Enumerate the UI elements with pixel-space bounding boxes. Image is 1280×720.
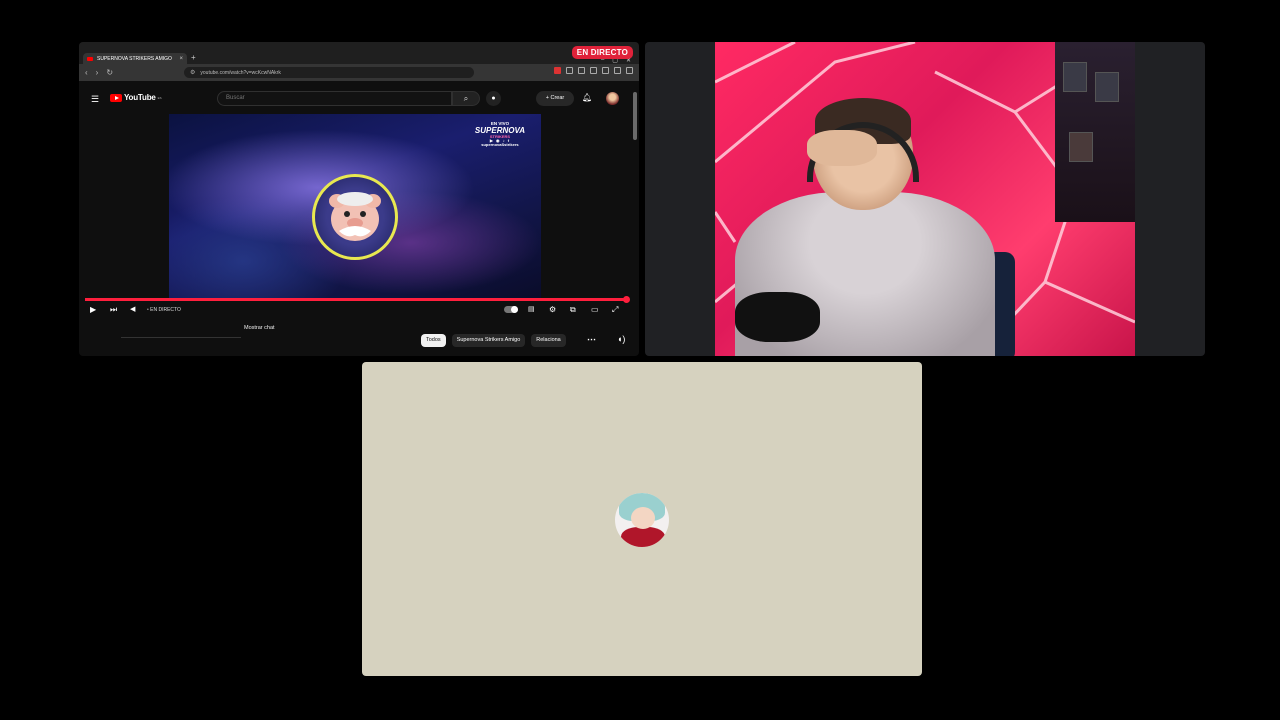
progress-scrubber[interactable]: [623, 296, 630, 303]
new-tab-button[interactable]: +: [191, 53, 196, 63]
page-scrollbar[interactable]: [633, 92, 637, 140]
forward-icon[interactable]: ›: [96, 67, 99, 78]
site-info-icon[interactable]: ⚙: [190, 69, 195, 76]
extension-icon[interactable]: [554, 67, 561, 74]
account-avatar[interactable]: [606, 92, 619, 105]
mascot-face-icon: [329, 192, 381, 241]
chip-channel[interactable]: Supernova Strikers Amigo: [451, 334, 526, 347]
shelf-item: [1069, 132, 1093, 162]
menu-icon[interactable]: [626, 67, 633, 74]
profile-icon[interactable]: [614, 67, 621, 74]
extension-icon[interactable]: [602, 67, 609, 74]
youtube-play-icon: [110, 93, 122, 102]
screen-share-tile[interactable]: EN DIRECTO SUPERNOVA STRIKERS AMIGO × + …: [79, 42, 639, 356]
url-text: youtube.com/watch?v=wcKcwNAkrk: [200, 69, 281, 76]
autoplay-toggle[interactable]: [504, 306, 518, 313]
speaking-indicator-icon: ◖): [617, 334, 626, 344]
shelf-item: [1095, 72, 1119, 102]
hamburger-menu-icon[interactable]: ☰: [91, 95, 99, 104]
shelf: [1055, 42, 1135, 222]
tab-close-icon[interactable]: ×: [179, 56, 183, 62]
search-input[interactable]: Buscar: [217, 91, 452, 106]
live-label-text: EN DIRECTO: [150, 307, 181, 313]
youtube-logo-text: YouTube: [124, 93, 156, 102]
channel-logo: [312, 174, 398, 260]
search-icon[interactable]: ⌕: [452, 91, 480, 106]
related-chips: Todos Supernova Strikers Amigo Relaciona: [421, 334, 566, 347]
volume-icon[interactable]: ◀︎: [130, 305, 135, 315]
fullscreen-icon[interactable]: ⤢: [612, 305, 618, 315]
youtube-favicon-icon: [87, 56, 93, 61]
chip-related[interactable]: Relaciona: [531, 334, 566, 347]
extension-icons: [554, 67, 633, 74]
person-hand: [807, 130, 877, 166]
microphone: [735, 292, 820, 342]
chip-todos[interactable]: Todos: [421, 334, 446, 347]
address-bar: ‹ › ↻ ⚙ youtube.com/watch?v=wcKcwNAkrk: [79, 64, 639, 81]
subtitles-icon[interactable]: ▤: [528, 305, 535, 315]
show-chat-button[interactable]: Mostrar chat: [244, 325, 275, 331]
video-overlay-text: EN VIVO SUPERNOVA STRIKERS ▶ ◉ ♪ f super…: [475, 121, 525, 148]
play-icon[interactable]: ▶: [90, 305, 96, 315]
participant-avatar[interactable]: [615, 493, 669, 547]
avatar-body: [621, 527, 665, 547]
settings-icon[interactable]: ⚙: [549, 305, 556, 315]
webcam-tile[interactable]: [645, 42, 1205, 356]
progress-bar[interactable]: [85, 298, 627, 301]
live-indicator[interactable]: • EN DIRECTO: [147, 307, 181, 313]
youtube-logo[interactable]: YouTube ES: [110, 93, 162, 102]
next-icon[interactable]: ⏭: [110, 305, 117, 315]
microphone-icon[interactable]: ●: [486, 91, 501, 106]
reload-icon[interactable]: ↻: [106, 67, 113, 78]
extension-icon[interactable]: [566, 67, 573, 74]
more-options-icon[interactable]: ⋯: [587, 334, 596, 345]
divider: [121, 337, 241, 338]
notifications-bell-icon[interactable]: 🔔︎: [582, 93, 592, 102]
back-icon[interactable]: ‹: [85, 67, 88, 78]
region-code: ES: [157, 95, 162, 100]
url-field[interactable]: ⚙ youtube.com/watch?v=wcKcwNAkrk: [184, 67, 474, 78]
live-badge: EN DIRECTO: [571, 46, 633, 59]
video-player[interactable]: EN VIVO SUPERNOVA STRIKERS ▶ ◉ ♪ f super…: [169, 114, 541, 298]
create-button[interactable]: + Crear: [536, 91, 574, 106]
shelf-item: [1063, 62, 1087, 92]
youtube-header: ☰ YouTube ES Buscar ⌕ ● + Crear 🔔︎: [79, 81, 639, 117]
webcam-video: [715, 42, 1135, 356]
avatar-face: [631, 507, 655, 529]
player-controls: ▶ ⏭ ◀︎ • EN DIRECTO ▤ ⚙ ⧉ ▭ ⤢: [79, 304, 639, 318]
theater-mode-icon[interactable]: ▭: [591, 305, 599, 315]
tab-title: SUPERNOVA STRIKERS AMIGO: [97, 55, 172, 62]
extension-icon[interactable]: [578, 67, 585, 74]
nav-buttons: ‹ › ↻: [85, 67, 113, 78]
overlay-handle: supernovaSstrikers: [481, 142, 519, 148]
participant-tile[interactable]: [362, 362, 922, 676]
miniplayer-icon[interactable]: ⧉: [570, 305, 576, 315]
browser-tab[interactable]: SUPERNOVA STRIKERS AMIGO ×: [83, 53, 187, 64]
extension-icon[interactable]: [590, 67, 597, 74]
browser-tab-bar: SUPERNOVA STRIKERS AMIGO × + – ▢ ✕: [79, 42, 639, 64]
